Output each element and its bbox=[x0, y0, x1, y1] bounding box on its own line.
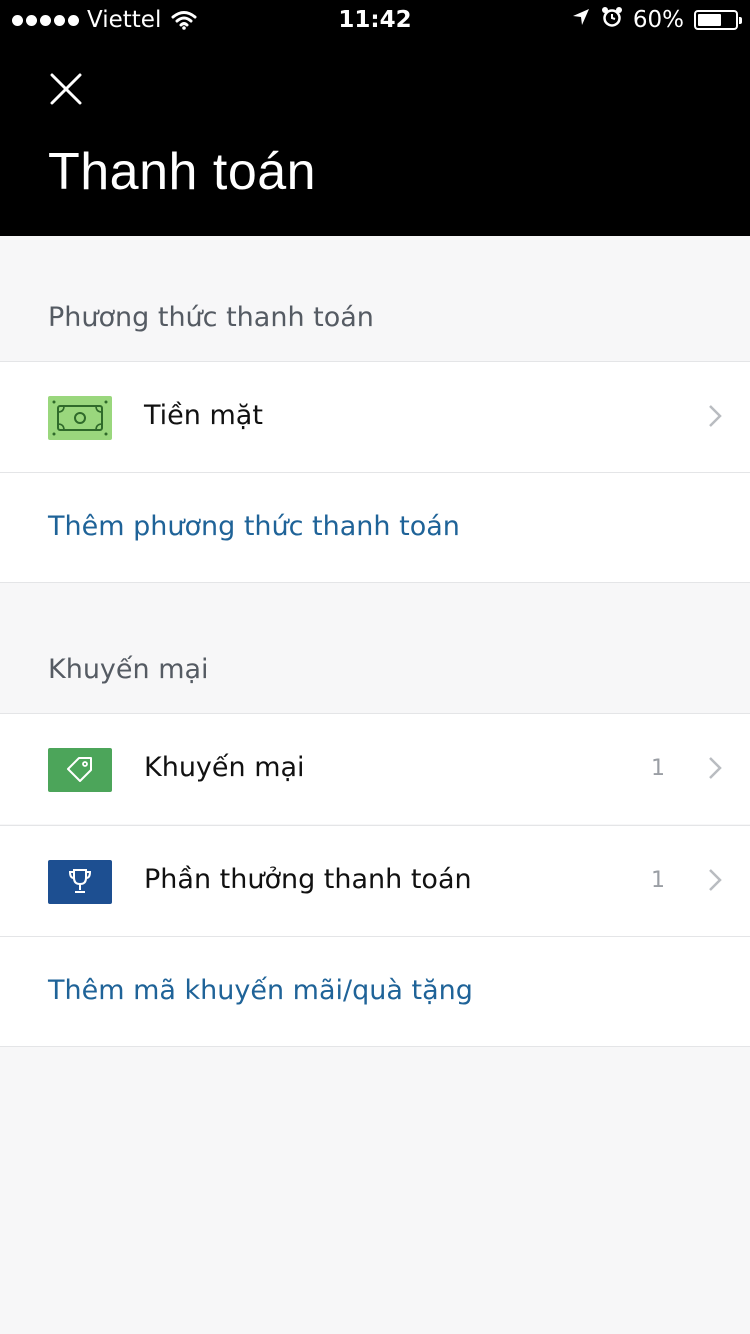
payment-rewards-label: Phần thưởng thanh toán bbox=[144, 864, 472, 895]
cash-label: Tiền mặt bbox=[144, 400, 263, 431]
status-bar: Viettel 11:42 60% bbox=[0, 0, 750, 40]
battery-icon bbox=[694, 10, 742, 30]
payment-rewards-count: 1 bbox=[651, 868, 665, 893]
top-bar: Viettel 11:42 60% Thanh toán bbox=[0, 0, 750, 236]
battery-percent: 60% bbox=[632, 7, 684, 33]
payment-method-cash[interactable]: Tiền mặt bbox=[0, 361, 750, 472]
tag-icon bbox=[48, 748, 112, 792]
promotions-count: 1 bbox=[651, 756, 665, 781]
location-arrow-icon bbox=[571, 7, 591, 33]
add-payment-method-row[interactable]: Thêm phương thức thanh toán bbox=[0, 472, 750, 583]
add-promo-code-row[interactable]: Thêm mã khuyến mãi/quà tặng bbox=[0, 936, 750, 1047]
add-payment-method-link[interactable]: Thêm phương thức thanh toán bbox=[48, 511, 460, 542]
payment-rewards-row[interactable]: Phần thưởng thanh toán 1 bbox=[0, 825, 750, 936]
page-title: Thanh toán bbox=[48, 143, 317, 201]
close-icon bbox=[50, 73, 82, 105]
status-right: 60% bbox=[571, 6, 742, 34]
add-promo-code-link[interactable]: Thêm mã khuyến mãi/quà tặng bbox=[48, 975, 473, 1006]
close-button[interactable] bbox=[50, 73, 82, 105]
cash-icon bbox=[48, 396, 112, 440]
promotions-label: Khuyến mại bbox=[144, 752, 305, 783]
alarm-icon bbox=[601, 6, 623, 34]
promotions-row[interactable]: Khuyến mại 1 bbox=[0, 713, 750, 824]
chevron-right-icon bbox=[709, 405, 722, 427]
promo-section-header: Khuyến mại bbox=[48, 654, 209, 685]
trophy-icon bbox=[48, 860, 112, 904]
chevron-right-icon bbox=[709, 869, 722, 891]
payment-section-header: Phương thức thanh toán bbox=[48, 302, 374, 333]
chevron-right-icon bbox=[709, 757, 722, 779]
